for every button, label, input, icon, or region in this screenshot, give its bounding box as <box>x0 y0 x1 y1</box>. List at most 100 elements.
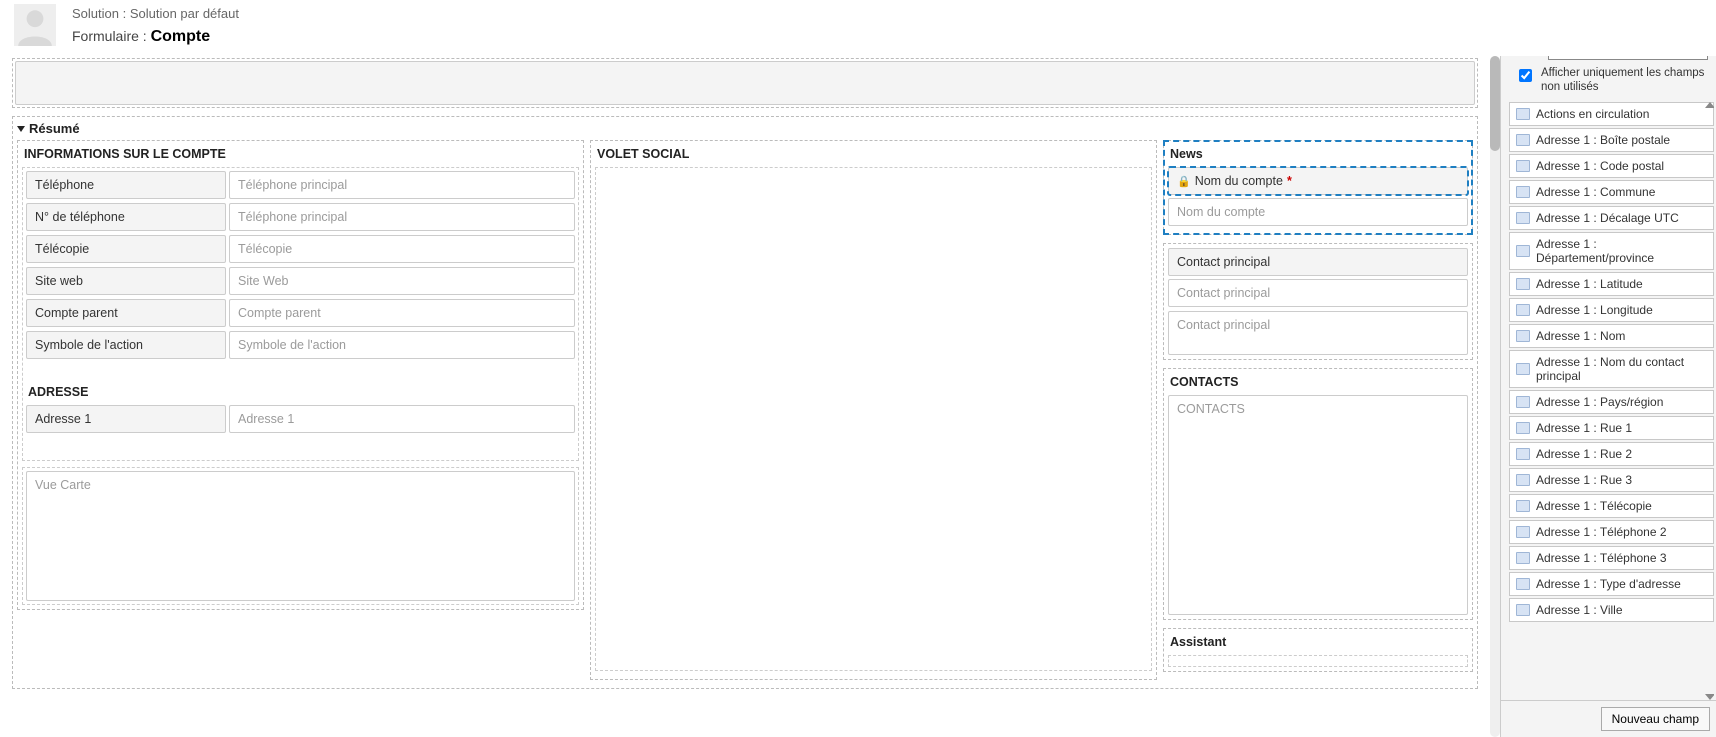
field-fax-label: Télécopie <box>26 235 226 263</box>
field-parent-account[interactable]: Compte parent Compte parent <box>26 299 575 327</box>
field-list-item[interactable]: Adresse 1 : Type d'adresse <box>1509 572 1714 596</box>
field-list-item-label: Adresse 1 : Nom du contact principal <box>1536 355 1707 383</box>
field-icon <box>1516 422 1530 434</box>
scroll-up-icon[interactable] <box>1705 102 1714 108</box>
tab-title: Résumé <box>29 121 80 136</box>
field-parent-account-label: Compte parent <box>26 299 226 327</box>
field-list-item-label: Adresse 1 : Télécopie <box>1536 499 1652 513</box>
field-address1-label: Adresse 1 <box>26 405 226 433</box>
section-news[interactable]: News 🔒 Nom du compte * Nom du compte <box>1163 140 1473 235</box>
field-list-item-label: Adresse 1 : Ville <box>1536 603 1623 617</box>
field-phone-no-input[interactable]: Téléphone principal <box>229 203 575 231</box>
section-contacts[interactable]: CONTACTS CONTACTS <box>1163 368 1473 620</box>
field-list-item-label: Adresse 1 : Latitude <box>1536 277 1643 291</box>
tab-resume[interactable]: Résumé INFORMATIONS SUR LE COMPTE Téléph… <box>12 116 1478 689</box>
field-icon <box>1516 212 1530 224</box>
field-list-item[interactable]: Adresse 1 : Rue 1 <box>1509 416 1714 440</box>
tab-collapse-icon[interactable] <box>17 126 25 132</box>
section-news-title: News <box>1168 145 1468 167</box>
section-contacts-title: CONTACTS <box>1168 373 1468 395</box>
solution-name: Solution par défaut <box>130 6 239 21</box>
field-list-item[interactable]: Adresse 1 : Téléphone 3 <box>1509 546 1714 570</box>
field-phone[interactable]: Téléphone Téléphone principal <box>26 171 575 199</box>
unused-only-label: Afficher uniquement les champs non utili… <box>1541 66 1706 94</box>
field-icon <box>1516 108 1530 120</box>
field-account-name-label: 🔒 Nom du compte * <box>1168 167 1468 195</box>
field-phone-no-label: N° de téléphone <box>26 203 226 231</box>
field-icon <box>1516 330 1530 342</box>
form-prefix: Formulaire : <box>72 28 151 44</box>
field-list-item[interactable]: Actions en circulation <box>1509 102 1714 126</box>
field-list-item[interactable]: Adresse 1 : Pays/région <box>1509 390 1714 414</box>
field-list: Actions en circulation Adresse 1 : Boîte … <box>1509 102 1714 700</box>
field-list-item-label: Adresse 1 : Pays/région <box>1536 395 1663 409</box>
field-phone-input[interactable]: Téléphone principal <box>229 171 575 199</box>
field-list-item-label: Adresse 1 : Rue 1 <box>1536 421 1632 435</box>
field-icon <box>1516 304 1530 316</box>
user-avatar-icon <box>14 4 56 46</box>
field-list-item-label: Adresse 1 : Téléphone 3 <box>1536 551 1667 565</box>
field-list-item[interactable]: Adresse 1 : Nom <box>1509 324 1714 348</box>
field-ticker[interactable]: Symbole de l'action Symbole de l'action <box>26 331 575 359</box>
section-account-info[interactable]: INFORMATIONS SUR LE COMPTE Téléphone Tél… <box>17 140 584 610</box>
field-website[interactable]: Site web Site Web <box>26 267 575 295</box>
field-primary-contact[interactable]: Contact principal Contact principal <box>1168 248 1468 307</box>
field-ticker-input[interactable]: Symbole de l'action <box>229 331 575 359</box>
field-list-item[interactable]: Adresse 1 : Téléphone 2 <box>1509 520 1714 544</box>
field-list-item[interactable]: Adresse 1 : Rue 2 <box>1509 442 1714 466</box>
field-list-item-label: Adresse 1 : Longitude <box>1536 303 1653 317</box>
field-list-item[interactable]: Adresse 1 : Département/province <box>1509 232 1714 270</box>
field-icon <box>1516 160 1530 172</box>
field-list-item[interactable]: Adresse 1 : Latitude <box>1509 272 1714 296</box>
field-fax-input[interactable]: Télécopie <box>229 235 575 263</box>
field-website-input[interactable]: Site Web <box>229 267 575 295</box>
field-list-item[interactable]: Adresse 1 : Décalage UTC <box>1509 206 1714 230</box>
form-header-container[interactable] <box>12 58 1478 108</box>
field-icon <box>1516 552 1530 564</box>
canvas-scrollbar[interactable] <box>1490 56 1500 737</box>
field-list-item[interactable]: Adresse 1 : Ville <box>1509 598 1714 622</box>
unused-only-checkbox[interactable] <box>1519 69 1532 82</box>
section-account-info-title: INFORMATIONS SUR LE COMPTE <box>22 145 579 167</box>
lock-icon: 🔒 <box>1177 175 1191 188</box>
field-icon <box>1516 604 1530 616</box>
field-list-item[interactable]: Adresse 1 : Nom du contact principal <box>1509 350 1714 388</box>
field-website-label: Site web <box>26 267 226 295</box>
field-list-item[interactable]: Adresse 1 : Rue 3 <box>1509 468 1714 492</box>
map-view-control[interactable]: Vue Carte <box>26 471 575 601</box>
field-list-item[interactable]: Adresse 1 : Code postal <box>1509 154 1714 178</box>
field-account-name-input[interactable]: Nom du compte <box>1168 198 1468 226</box>
primary-contact-card[interactable]: Contact principal <box>1168 311 1468 355</box>
canvas-scrollbar-thumb[interactable] <box>1490 56 1500 151</box>
field-list-item-label: Adresse 1 : Nom <box>1536 329 1625 343</box>
field-account-name[interactable]: 🔒 Nom du compte * Nom du compte <box>1168 167 1468 226</box>
field-list-item[interactable]: Adresse 1 : Longitude <box>1509 298 1714 322</box>
scroll-down-icon[interactable] <box>1705 694 1714 700</box>
field-icon <box>1516 278 1530 290</box>
form-header-placeholder[interactable] <box>15 61 1475 105</box>
new-field-button[interactable]: Nouveau champ <box>1601 707 1710 731</box>
field-list-item[interactable]: Adresse 1 : Commune <box>1509 180 1714 204</box>
field-list-item-label: Adresse 1 : Code postal <box>1536 159 1664 173</box>
field-icon <box>1516 474 1530 486</box>
field-list-item[interactable]: Adresse 1 : Boîte postale <box>1509 128 1714 152</box>
field-list-item-label: Adresse 1 : Commune <box>1536 185 1655 199</box>
field-primary-contact-input[interactable]: Contact principal <box>1168 279 1468 307</box>
field-list-item-label: Adresse 1 : Boîte postale <box>1536 133 1670 147</box>
field-phone-no[interactable]: N° de téléphone Téléphone principal <box>26 203 575 231</box>
field-parent-account-input[interactable]: Compte parent <box>229 299 575 327</box>
field-address1-input[interactable]: Adresse 1 <box>229 405 575 433</box>
field-address1[interactable]: Adresse 1 Adresse 1 <box>26 405 575 433</box>
field-list-item[interactable]: Adresse 1 : Télécopie <box>1509 494 1714 518</box>
field-list-item-label: Adresse 1 : Rue 3 <box>1536 473 1632 487</box>
section-social[interactable]: VOLET SOCIAL <box>590 140 1157 680</box>
contacts-subgrid[interactable]: CONTACTS <box>1168 395 1468 615</box>
section-assistant-title: Assistant <box>1168 633 1468 655</box>
field-list-scrollbar[interactable] <box>1704 102 1714 700</box>
field-icon <box>1516 186 1530 198</box>
section-primary-contact[interactable]: Contact principal Contact principal Cont… <box>1163 243 1473 360</box>
field-icon <box>1516 245 1530 257</box>
section-assistant[interactable]: Assistant <box>1163 628 1473 672</box>
field-fax[interactable]: Télécopie Télécopie <box>26 235 575 263</box>
field-list-item-label: Adresse 1 : Décalage UTC <box>1536 211 1679 225</box>
